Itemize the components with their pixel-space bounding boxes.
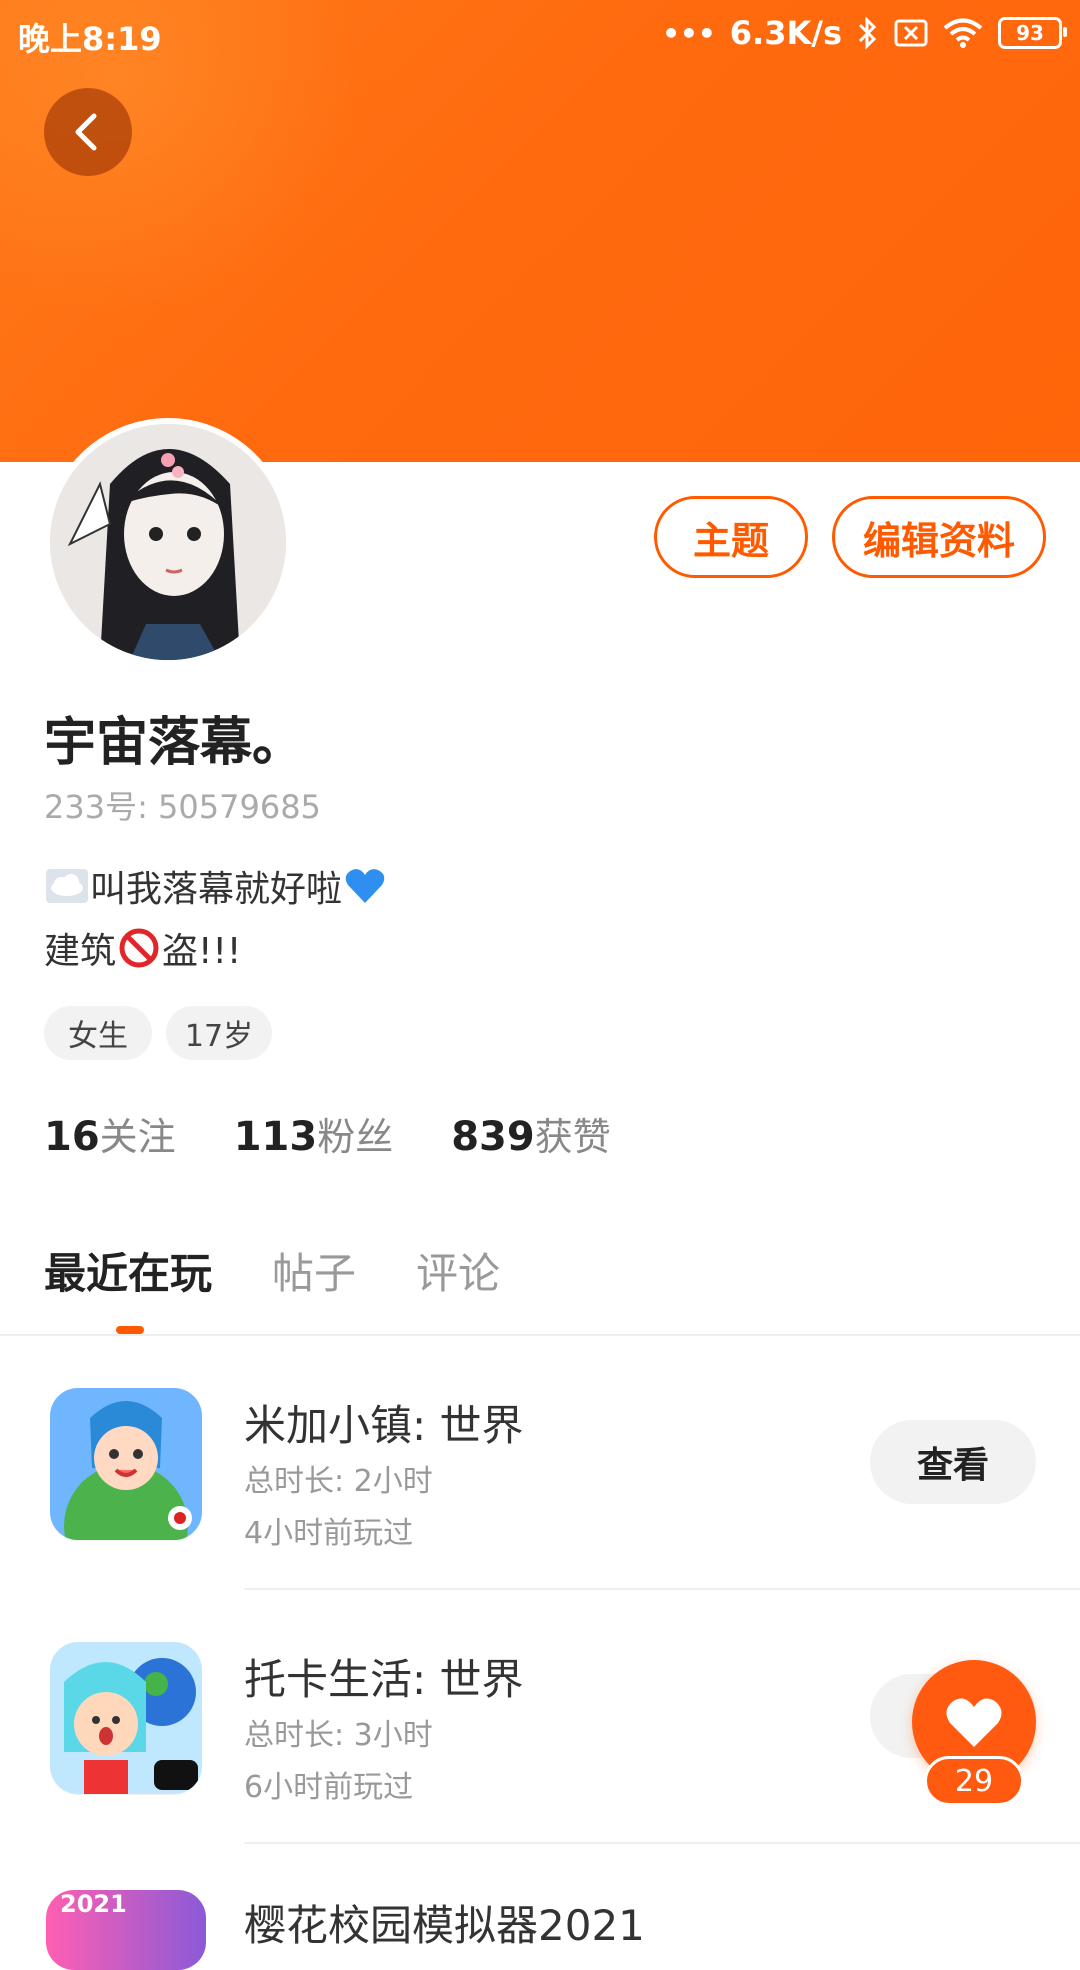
bluetooth-icon xyxy=(856,16,880,50)
network-speed: 6.3K/s xyxy=(729,14,842,52)
status-icons: ••• 6.3K/s 93 xyxy=(662,14,1067,52)
row-divider xyxy=(244,1588,1080,1590)
row-divider xyxy=(244,1842,1080,1844)
bio-text-2-suffix: 盗!!! xyxy=(162,931,242,972)
likes-stat: 839 获赞 xyxy=(451,1106,611,1161)
followers-label: 粉丝 xyxy=(317,1115,394,1159)
following-stat[interactable]: 16 关注 xyxy=(44,1106,176,1161)
blue-heart-icon xyxy=(342,863,388,909)
battery-icon: 93 xyxy=(998,17,1067,49)
game-last-played: 4小时前玩过 xyxy=(244,1516,414,1551)
likes-count: 839 xyxy=(451,1114,535,1160)
miga-town-icon xyxy=(50,1388,202,1540)
profile-header-banner xyxy=(0,0,1080,462)
toca-life-icon xyxy=(50,1642,202,1794)
game-title: 米加小镇: 世界 xyxy=(244,1401,524,1450)
bio-text-1: 叫我落幕就好啦 xyxy=(90,869,343,910)
theme-button[interactable]: 主题 xyxy=(654,496,808,578)
list-item[interactable]: 托卡生活: 世界 总时长: 3小时 6小时前玩过 xyxy=(0,1642,1080,1894)
game-duration: 总时长: 3小时 xyxy=(244,1718,433,1753)
tab-divider xyxy=(0,1334,1080,1336)
followers-count: 113 xyxy=(233,1114,318,1160)
game-last-played: 6小时前玩过 xyxy=(244,1770,414,1805)
tab-posts[interactable]: 帖子 xyxy=(272,1240,356,1301)
status-time: 晚上8:19 xyxy=(18,20,162,58)
game-title: 樱花校园模拟器2021 xyxy=(244,1901,645,1950)
edit-profile-button[interactable]: 编辑资料 xyxy=(832,496,1046,578)
no-sim-icon xyxy=(894,18,928,48)
avatar[interactable] xyxy=(44,418,292,666)
username: 宇宙落幕。 xyxy=(44,713,305,773)
profile-tabs: 最近在玩 帖子 评论 xyxy=(44,1240,560,1301)
bio-line-2: 建筑 盗!!! xyxy=(44,922,241,974)
bio-line-1: 叫我落幕就好啦 xyxy=(44,860,388,912)
back-button[interactable] xyxy=(44,88,132,176)
bio-text-2-prefix: 建筑 xyxy=(44,931,117,972)
likes-label: 获赞 xyxy=(534,1115,611,1159)
heart-icon xyxy=(946,1698,1002,1747)
following-count: 16 xyxy=(44,1114,100,1160)
like-count-badge: 29 xyxy=(924,1756,1024,1806)
tab-indicator xyxy=(116,1326,144,1334)
followers-stat[interactable]: 113 粉丝 xyxy=(234,1106,394,1161)
cloud-icon xyxy=(44,863,90,909)
sakura-school-icon: 2021 xyxy=(46,1890,206,1970)
user-id: 233号: 50579685 xyxy=(44,788,321,826)
tab-recent-played[interactable]: 最近在玩 xyxy=(44,1240,212,1301)
list-item[interactable]: 米加小镇: 世界 总时长: 2小时 4小时前玩过 查看 xyxy=(0,1388,1080,1640)
prohibited-icon xyxy=(116,925,162,971)
stats-row: 16 关注 113 粉丝 839 获赞 xyxy=(44,1106,669,1161)
age-tag: 17岁 xyxy=(166,1006,272,1060)
game-duration: 总时长: 2小时 xyxy=(244,1464,433,1499)
game-badge: 2021 xyxy=(60,1890,127,1918)
dots-icon: ••• xyxy=(662,16,716,50)
gender-tag: 女生 xyxy=(44,1006,152,1060)
game-title: 托卡生活: 世界 xyxy=(244,1655,524,1704)
wifi-icon xyxy=(942,17,984,49)
status-bar: 晚上8:19 ••• 6.3K/s 93 xyxy=(0,0,1080,66)
battery-level: 93 xyxy=(1016,21,1044,45)
list-item[interactable]: 2021 樱花校园模拟器2021 xyxy=(0,1880,1080,1970)
chevron-left-icon xyxy=(75,113,97,151)
tab-comments[interactable]: 评论 xyxy=(416,1240,500,1301)
following-label: 关注 xyxy=(99,1115,176,1159)
view-button[interactable]: 查看 xyxy=(870,1420,1036,1504)
